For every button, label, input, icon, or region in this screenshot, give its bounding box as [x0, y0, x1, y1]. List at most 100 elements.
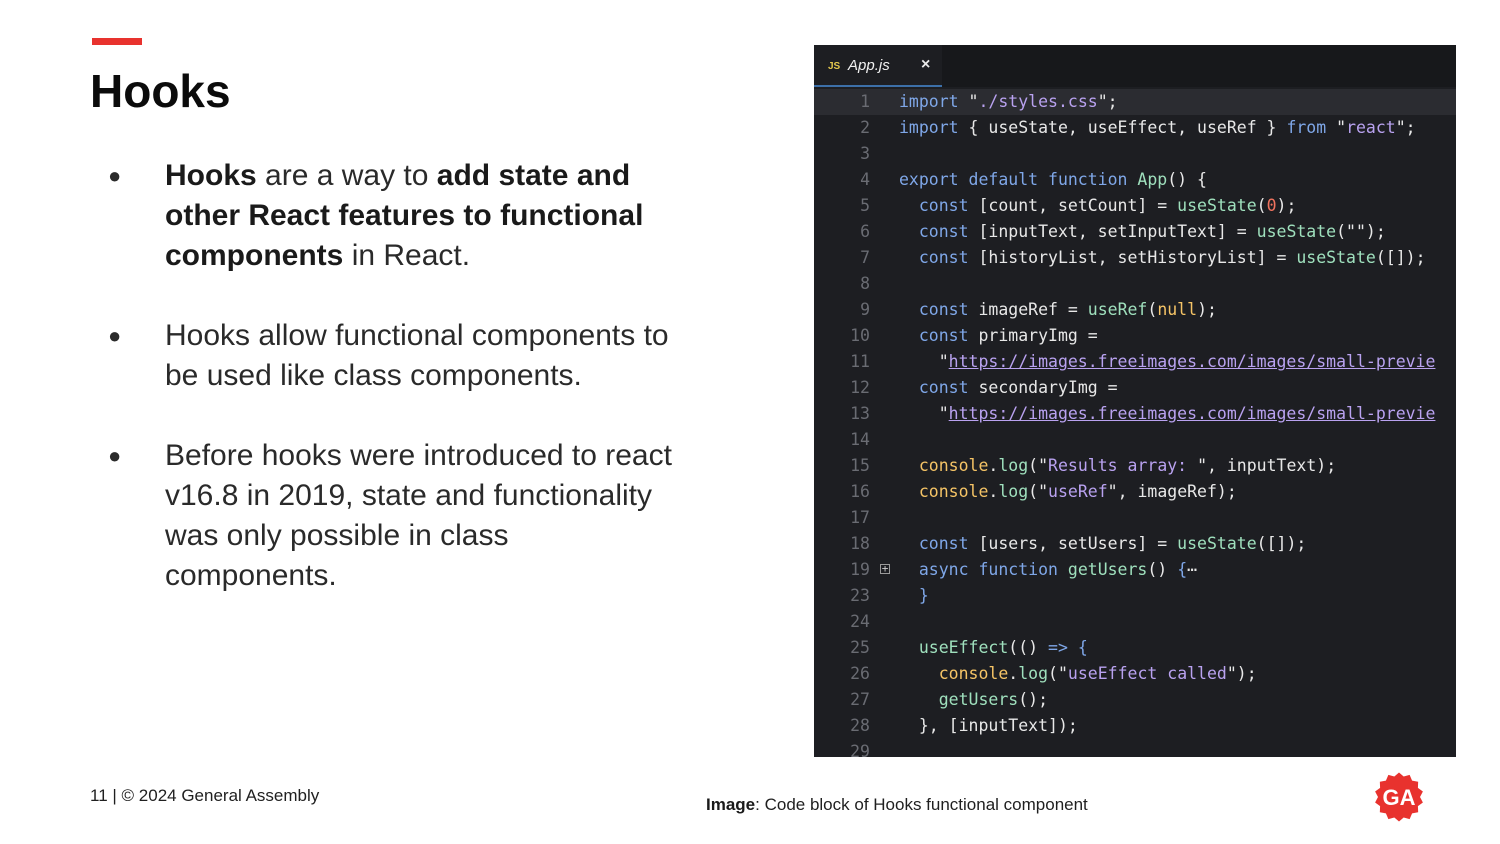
code-token: const [918, 300, 969, 319]
code-token: " [899, 404, 949, 423]
code-text: "https://images.freeimages.com/images/sm… [899, 349, 1436, 375]
code-token: [historyList, setHistoryList] = [968, 248, 1297, 267]
line-number: 3 [860, 144, 870, 163]
code-token: [count, setCount] = [968, 196, 1178, 215]
code-token: " [1326, 118, 1347, 137]
line-number: 2 [860, 118, 870, 137]
line-number: 6 [860, 222, 870, 241]
line-number: 15 [850, 456, 870, 475]
code-text: const [inputText, setInputText] = useSta… [899, 219, 1386, 245]
code-line: 10 const primaryImg = [814, 323, 1456, 349]
code-token: ); [1197, 300, 1217, 319]
code-token: () { [1167, 170, 1207, 189]
code-line: 25 useEffect(() => { [814, 635, 1456, 661]
code-token: ⋯ [1187, 560, 1198, 579]
fold-expand-icon[interactable]: + [880, 563, 890, 574]
code-area: 1 import "./styles.css"; 2 import { useStat… [814, 89, 1456, 757]
slide-title: Hooks [90, 65, 231, 117]
code-token: const [918, 222, 969, 241]
line-number: 14 [850, 430, 870, 449]
code-token: (" [1028, 482, 1049, 501]
line-number: 18 [850, 534, 870, 553]
code-token: useRef [1087, 300, 1148, 319]
code-line: 9 const imageRef = useRef(null); [814, 297, 1456, 323]
line-number: 25 [850, 638, 870, 657]
caption-text: : Code block of Hooks functional compone… [755, 795, 1088, 814]
code-token: const [918, 534, 969, 553]
line-number: 24 [850, 612, 870, 631]
code-token: useEffect called [1067, 664, 1227, 683]
js-file-icon: JS [828, 61, 841, 72]
code-token: getUsers [938, 690, 1019, 709]
code-token: console [918, 482, 989, 501]
line-number: 11 [850, 352, 870, 371]
line-number: 16 [850, 482, 870, 501]
code-text: console.log("useEffect called"); [899, 661, 1257, 687]
line-number: 1 [860, 92, 870, 111]
bullet-text: in React. [343, 239, 471, 272]
code-token: const [918, 196, 969, 215]
code-text: const primaryImg = [899, 323, 1098, 349]
code-line: 16 console.log("useRef", imageRef); [814, 479, 1456, 505]
editor-tab-bar: JS App.js × [814, 45, 1456, 87]
code-token: Results array: [1048, 456, 1198, 475]
close-icon[interactable]: × [921, 56, 930, 74]
code-line: 24 [814, 609, 1456, 635]
code-token: { [1177, 560, 1188, 579]
line-number: 17 [850, 508, 870, 527]
copyright-text: © 2024 General Assembly [121, 786, 320, 805]
code-token: } [918, 586, 929, 605]
code-token: { [1077, 638, 1088, 657]
bullet-text: Hooks [165, 159, 257, 192]
line-number: 28 [850, 716, 870, 735]
code-text: console.log("useRef", imageRef); [899, 479, 1237, 505]
bullet-dot: ● [108, 323, 122, 348]
bullet-item: ● Before hooks were introduced to react v… [108, 436, 688, 596]
code-token: . [988, 482, 999, 501]
line-number: 10 [850, 326, 870, 345]
code-line: 23 } [814, 583, 1456, 609]
line-number: 13 [850, 404, 870, 423]
code-line: 18 const [users, setUsers] = useState([]… [814, 531, 1456, 557]
general-assembly-logo-icon: GA [1375, 772, 1423, 822]
code-line: 7 const [historyList, setHistoryList] = … [814, 245, 1456, 271]
tab-app-js[interactable]: JS App.js × [814, 45, 942, 87]
caption-label: Image [706, 795, 756, 814]
title-accent-bar [92, 38, 142, 45]
code-line: 26 console.log("useEffect called"); [814, 661, 1456, 687]
slide-footer: 11 | © 2024 General Assembly [90, 786, 319, 806]
code-token: () [1147, 560, 1178, 579]
code-line: 19 + async function getUsers() {⋯ [814, 557, 1456, 583]
tab-filename: App.js [848, 57, 890, 74]
code-token: . [1008, 664, 1019, 683]
code-token: null [1157, 300, 1198, 319]
code-token: log [998, 456, 1029, 475]
code-token: 0 [1266, 196, 1277, 215]
code-token: "); [1226, 664, 1257, 683]
code-token: https://images.freeimages.com/images/sma… [948, 352, 1436, 371]
line-number: 7 [860, 248, 870, 267]
bullet-dot: ● [108, 443, 122, 468]
code-token: useState [1177, 534, 1257, 553]
code-token: from [1286, 118, 1327, 137]
page-number: 11 [90, 786, 108, 805]
code-token: export default function [899, 170, 1138, 189]
bullet-text: Before hooks were introduced to react v1… [165, 439, 672, 592]
code-line: 15 console.log("Results array: ", inputT… [814, 453, 1456, 479]
code-line: 17 [814, 505, 1456, 531]
code-line: 14 [814, 427, 1456, 453]
code-text: getUsers(); [899, 687, 1048, 713]
code-text: const [count, setCount] = useState(0); [899, 193, 1297, 219]
code-token: useState [1177, 196, 1257, 215]
bullet-item: ● Hooks allow functional components to be… [108, 316, 688, 396]
code-text: }, [inputText]); [899, 713, 1078, 739]
code-text: const [historyList, setHistoryList] = us… [899, 245, 1426, 271]
code-line: 13 "https://images.freeimages.com/images… [814, 401, 1456, 427]
